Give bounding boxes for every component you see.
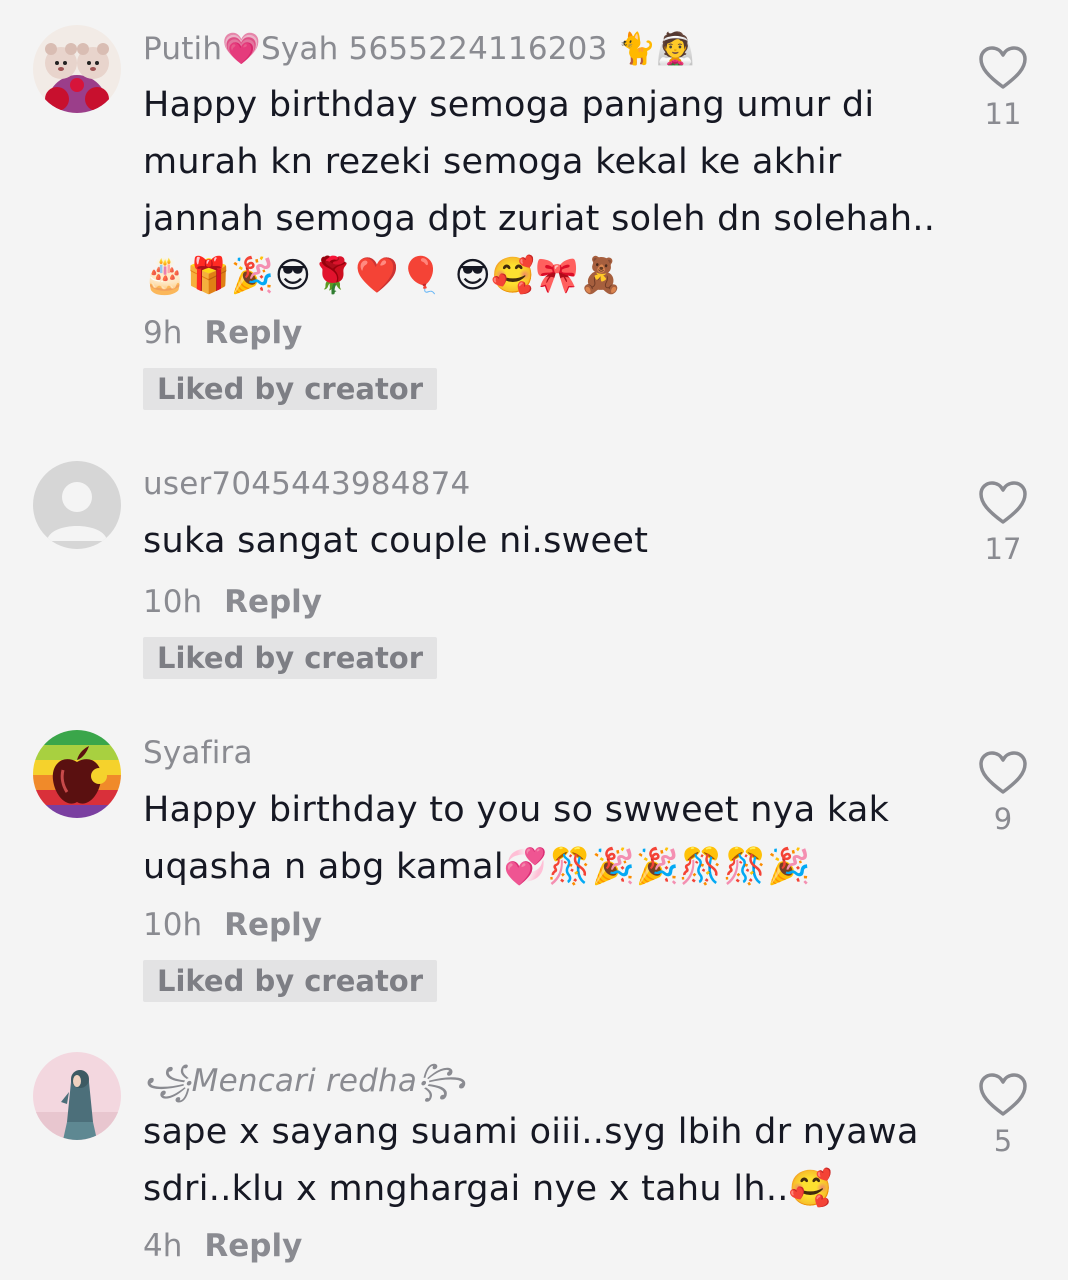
like-button[interactable]: 5 <box>972 1072 1034 1158</box>
like-count: 11 <box>984 97 1022 131</box>
comment-item: user7045443984874 suka sangat couple ni.… <box>0 440 1068 710</box>
reply-button[interactable]: Reply <box>204 315 302 351</box>
reply-button[interactable]: Reply <box>224 584 322 620</box>
avatar[interactable] <box>33 730 121 818</box>
comment-username[interactable]: user7045443984874 <box>143 466 470 502</box>
comment-text: Happy birthday semoga panjang umur di mu… <box>143 85 936 296</box>
comment-meta: 9h Reply <box>143 315 302 351</box>
like-count: 9 <box>993 802 1013 836</box>
comment-time: 10h <box>143 907 203 943</box>
reply-button[interactable]: Reply <box>204 1228 302 1264</box>
comment-item: ꧁Mencari redha꧂ sape x sayang suami oiii… <box>0 1030 1068 1280</box>
comment-text: sape x sayang suami oiii..syg lbih dr ny… <box>143 1112 919 1209</box>
reply-button[interactable]: Reply <box>224 907 322 943</box>
comment-meta: 10h Reply <box>143 907 322 943</box>
comment-text: suka sangat couple ni.sweet <box>143 521 649 561</box>
heart-icon <box>979 46 1027 89</box>
like-count: 5 <box>993 1124 1013 1158</box>
comment-username[interactable]: Syafira <box>143 735 253 771</box>
liked-by-creator-badge: Liked by creator <box>143 960 438 1002</box>
like-button[interactable]: 9 <box>972 750 1034 836</box>
comment-meta: 4h Reply <box>143 1228 302 1264</box>
comment-time: 10h <box>143 584 203 620</box>
comment-item: Putih💗Syah 5655224116203 🐈👰 Happy birthd… <box>0 0 1068 440</box>
avatar[interactable] <box>33 25 121 113</box>
comment-time: 9h <box>143 315 183 351</box>
heart-icon <box>979 481 1027 524</box>
heart-icon <box>979 1073 1027 1116</box>
comment-time: 4h <box>143 1228 183 1264</box>
avatar[interactable] <box>33 461 121 549</box>
liked-by-creator-badge: Liked by creator <box>143 637 438 679</box>
like-button[interactable]: 17 <box>972 480 1034 566</box>
avatar[interactable] <box>33 1052 121 1140</box>
comment-username[interactable]: Putih💗Syah 5655224116203 🐈👰 <box>143 30 695 67</box>
like-count: 17 <box>984 532 1022 566</box>
liked-by-creator-badge: Liked by creator <box>143 368 438 410</box>
comment-meta: 10h Reply <box>143 584 322 620</box>
like-button[interactable]: 11 <box>972 45 1034 131</box>
comment-text: Happy birthday to you so swweet nya kak … <box>143 790 890 887</box>
heart-icon <box>979 751 1027 794</box>
comment-item: Syafira Happy birthday to you so swweet … <box>0 710 1068 1030</box>
